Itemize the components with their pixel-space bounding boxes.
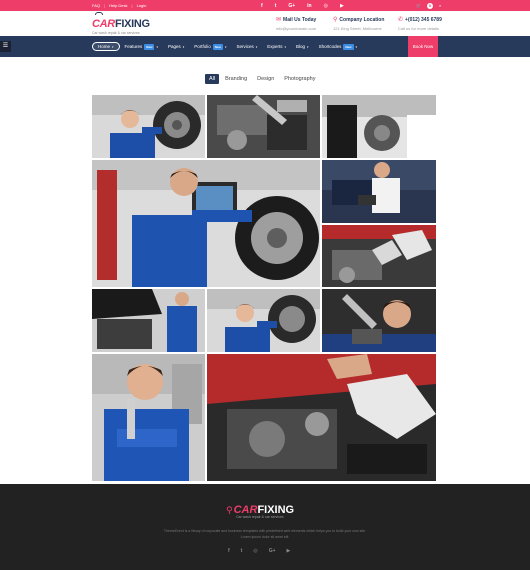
site-logo[interactable]: CARFIXING Car wash repair & car services	[92, 12, 150, 35]
phone-value: Call us for more details	[398, 26, 439, 31]
chevron-down-icon: ▾	[355, 44, 358, 49]
nav-item-services[interactable]: Services ▾	[231, 44, 262, 49]
mechanic-wrench-photo	[322, 289, 436, 352]
site-footer: ⚲ CAR FIXING Car wash repair & car servic…	[0, 484, 530, 570]
book-now-button[interactable]: Book Now	[408, 36, 438, 57]
mechanic-alignment-photo	[92, 160, 320, 287]
top-links: FAQ | Help Desk | Login	[92, 3, 147, 8]
instagram-icon[interactable]: ◎	[253, 548, 257, 554]
gloved-hand-engine-closeup-photo	[207, 354, 436, 481]
gallery-item[interactable]	[92, 160, 320, 287]
help-desk-link[interactable]: Help Desk	[109, 3, 127, 8]
engine-repair-photo	[207, 95, 320, 158]
nav-item-pages[interactable]: Pages ▾	[163, 44, 189, 49]
footer-logo-tagline: Car wash repair & car services	[236, 515, 284, 519]
google-plus-icon[interactable]: G+	[269, 548, 276, 554]
gallery-item[interactable]	[322, 225, 436, 287]
linkedin-icon[interactable]: in	[307, 3, 311, 9]
faq-link[interactable]: FAQ	[92, 3, 100, 8]
logo-car-text: CAR	[92, 18, 115, 30]
gallery-item[interactable]	[92, 95, 205, 158]
wheel-brake-photo	[322, 95, 436, 158]
top-bar: FAQ | Help Desk | Login f t G+ in ◎ ▶ 🛒 …	[0, 0, 530, 11]
filter-photography[interactable]: Photography	[280, 74, 319, 84]
youtube-icon[interactable]: ▶	[287, 548, 291, 554]
smiling-mechanic-portrait-photo	[92, 354, 205, 481]
chevron-down-icon: ▾	[156, 44, 158, 49]
phone-info: ✆ +(012) 345 6789 Call us for more detail…	[398, 16, 442, 32]
nav-item-portfolio[interactable]: Portfolio New ▾	[189, 43, 231, 50]
site-header: CARFIXING Car wash repair & car services…	[0, 11, 530, 36]
logo-car-roof-icon	[95, 12, 103, 15]
top-social-icons: f t G+ in ◎ ▶	[261, 3, 344, 9]
mail-info: ✉ Mail Us Today info@yourdomain.com	[276, 16, 317, 32]
mechanic-woman-wheel-photo-2	[207, 289, 320, 352]
footer-social-icons: f t ◎ G+ ▶	[228, 548, 290, 554]
footer-description: ThemeEvent is a library of corporate and…	[163, 529, 367, 539]
twitter-icon[interactable]: t	[275, 3, 277, 9]
main-nav: ☰ Home ▾ Features New ▾ Pages ▾ Portfolio New…	[0, 36, 530, 57]
filter-branding[interactable]: Branding	[221, 74, 251, 84]
location-title: Company Location	[339, 16, 385, 23]
mechanic-under-hood-photo	[92, 289, 205, 352]
gallery-item[interactable]	[322, 95, 436, 158]
instagram-icon[interactable]: ◎	[324, 3, 328, 9]
filter-all[interactable]: All	[205, 74, 220, 84]
location-value: 121 King Street, Melbourne	[333, 26, 382, 31]
new-badge: New	[144, 43, 155, 50]
gallery-item[interactable]	[207, 289, 320, 352]
gallery-item[interactable]	[322, 289, 436, 352]
chevron-down-icon: ▾	[284, 44, 287, 49]
chevron-down-icon: ▾	[112, 44, 114, 49]
nav-item-features[interactable]: Features New ▾	[120, 43, 163, 50]
logo-fixing-text: FIXING	[114, 18, 150, 30]
gallery-item[interactable]	[92, 289, 205, 352]
chevron-down-icon: ▾	[255, 44, 258, 49]
mail-icon: ✉	[276, 17, 282, 23]
cart-icon[interactable]: 🛒	[416, 3, 421, 8]
new-badge: New	[343, 43, 354, 50]
mechanic-woman-wheel-photo	[92, 95, 205, 158]
gallery-item[interactable]	[207, 95, 320, 158]
phone-title[interactable]: +(012) 345 6789	[405, 17, 442, 23]
nav-item-shortcodes[interactable]: Shortcodes New ▾	[314, 43, 362, 50]
facebook-icon[interactable]: f	[228, 548, 230, 554]
google-plus-icon[interactable]: G+	[288, 3, 295, 9]
side-menu-toggle-icon[interactable]: ☰	[0, 41, 11, 52]
chevron-down-icon: ▾	[224, 44, 227, 49]
chevron-down-icon: ▾	[182, 44, 185, 49]
new-badge: New	[212, 43, 223, 50]
location-info: ⚲ Company Location 121 King Street, Melbo…	[333, 16, 385, 32]
gallery-item[interactable]	[207, 354, 436, 481]
facebook-icon[interactable]: f	[261, 3, 263, 9]
gallery-item[interactable]	[322, 160, 436, 223]
nav-item-home[interactable]: Home ▾	[92, 42, 120, 51]
nav-item-experts[interactable]: Experts ▾	[262, 44, 291, 49]
youtube-icon[interactable]: ▶	[340, 3, 344, 9]
cart-count-badge: 0	[426, 2, 433, 9]
filter-design[interactable]: Design	[253, 74, 278, 84]
wrench-key-icon: ⚲	[226, 505, 233, 515]
search-icon[interactable]: ⌕	[439, 3, 441, 8]
gloved-hands-engine-photo	[322, 225, 436, 287]
gallery-item[interactable]	[92, 354, 205, 481]
location-pin-icon: ⚲	[333, 17, 338, 23]
twitter-icon[interactable]: t	[241, 548, 243, 554]
phone-icon: ✆	[398, 17, 404, 23]
footer-logo[interactable]: ⚲ CAR FIXING Car wash repair & car servic…	[226, 504, 306, 519]
mail-title: Mail Us Today	[283, 16, 317, 23]
portfolio-filters: All Branding Design Photography	[205, 74, 319, 84]
mail-value[interactable]: info@yourdomain.com	[276, 26, 316, 31]
login-link[interactable]: Login	[137, 3, 147, 8]
mechanic-tablet-photo	[322, 160, 436, 223]
nav-menu: Home ▾ Features New ▾ Pages ▾ Portfolio New ▾ …	[92, 36, 362, 57]
nav-item-blog[interactable]: Blog ▾	[291, 44, 314, 49]
chevron-down-icon: ▾	[307, 44, 309, 49]
top-tools: 🛒 0 ⌕	[416, 2, 441, 9]
